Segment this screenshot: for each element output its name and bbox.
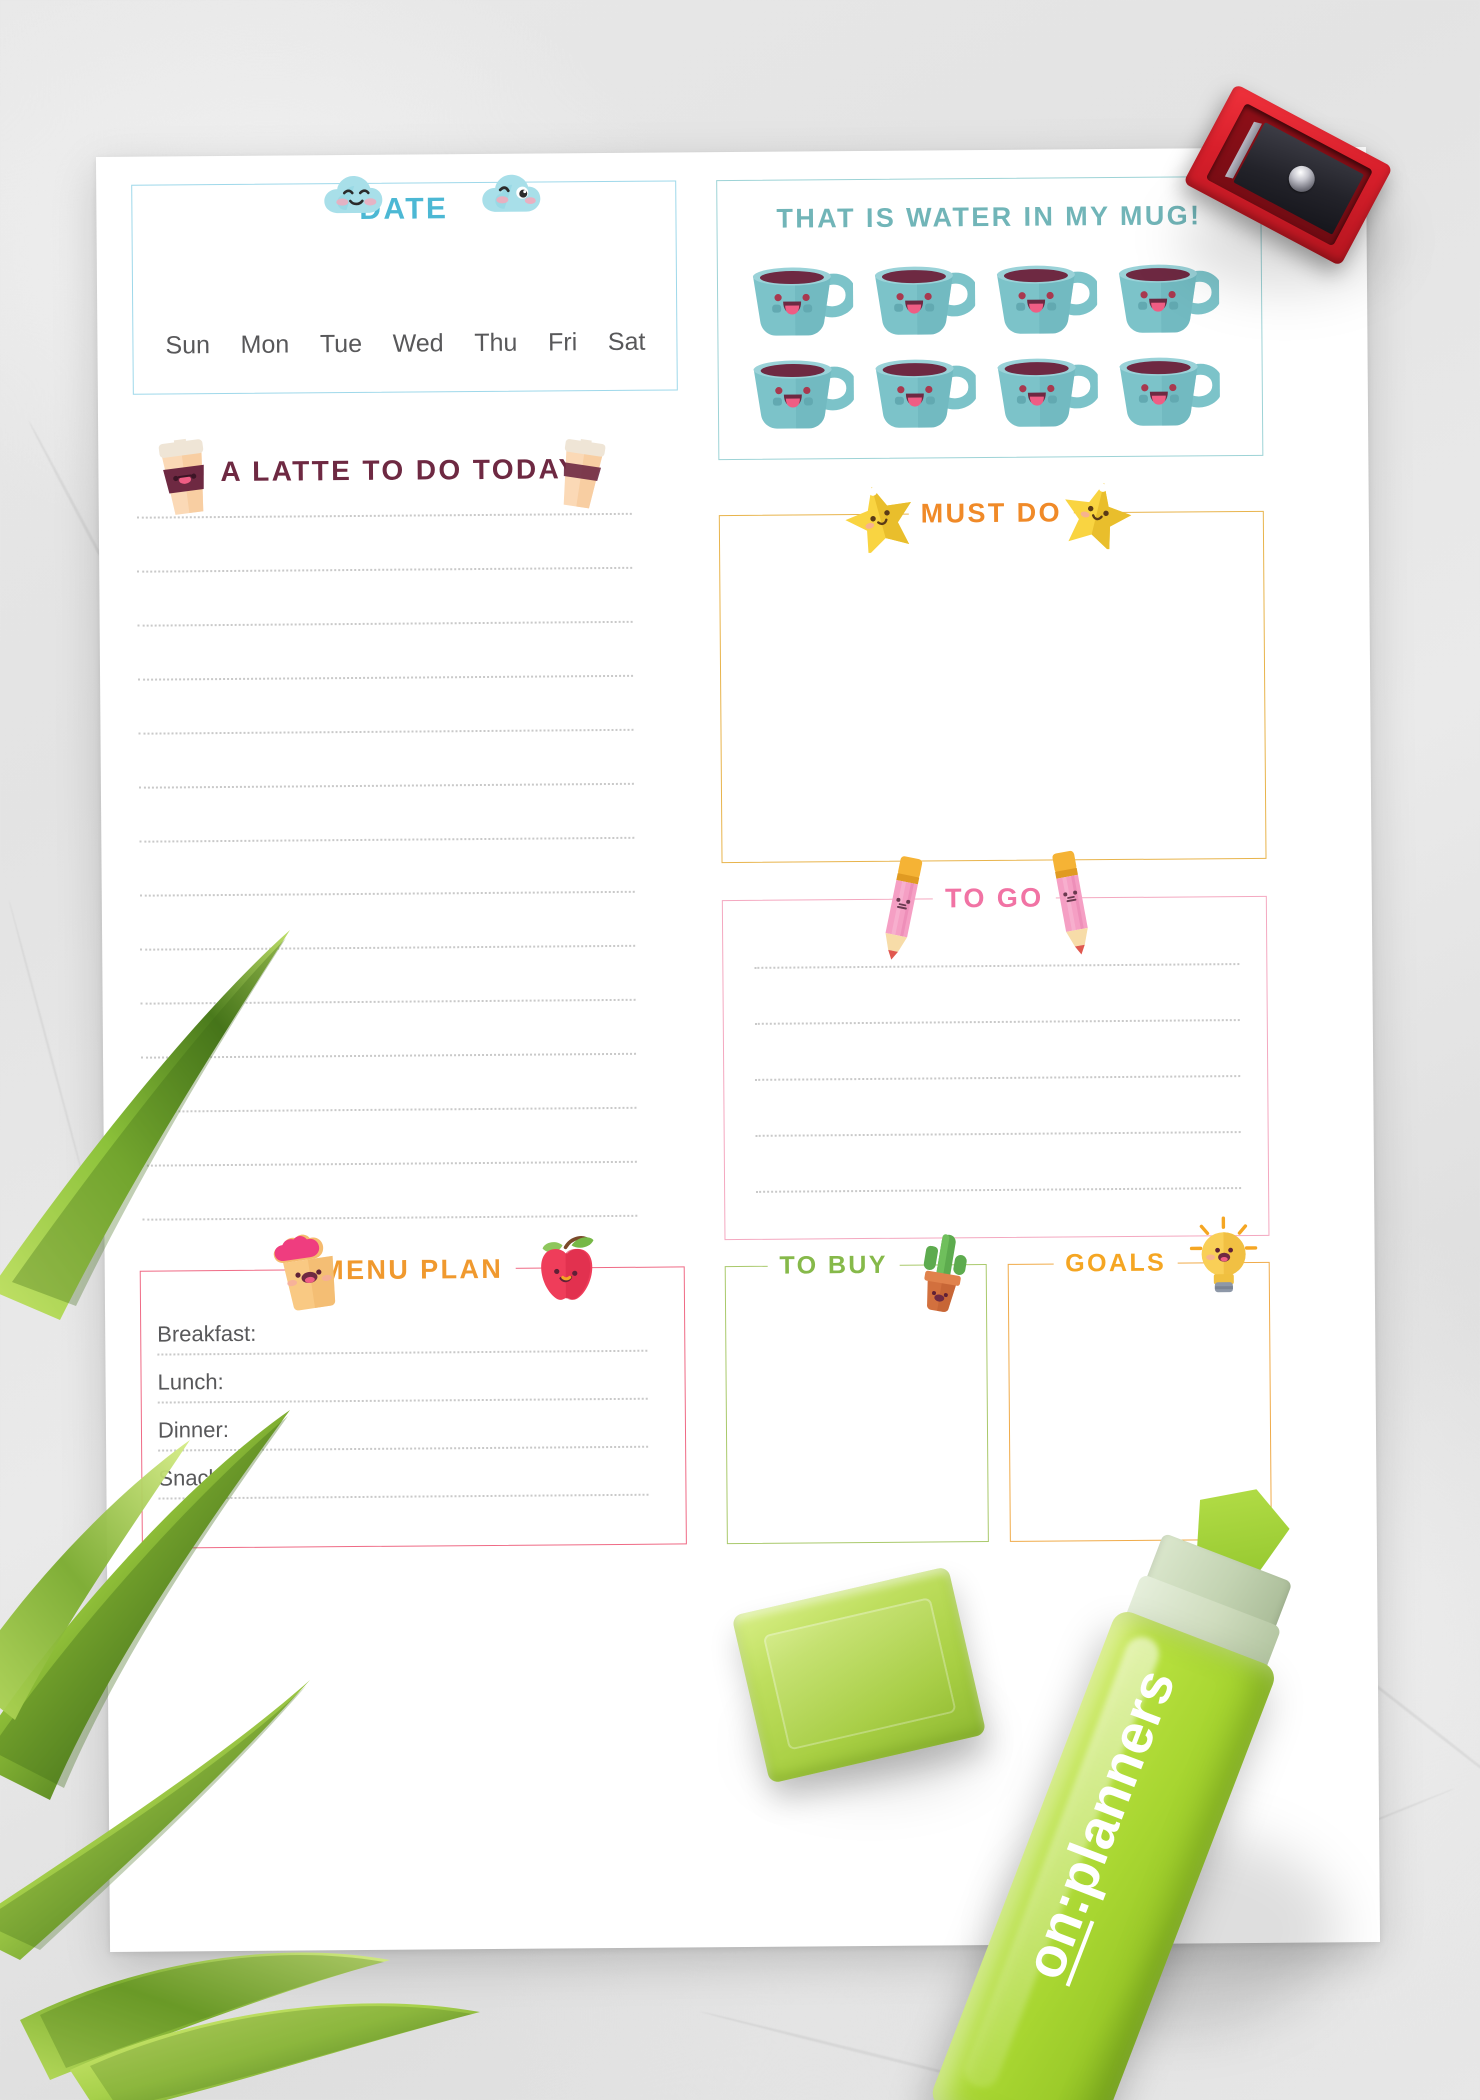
coffee-cup-icon — [563, 438, 606, 509]
weekday-fri[interactable]: Fri — [548, 328, 577, 357]
star-face-icon — [845, 486, 911, 554]
pencil-face-icon — [885, 856, 923, 960]
water-tracker-title: THAT IS WATER IN MY MUG! — [764, 200, 1214, 235]
sharpener-well — [1205, 102, 1374, 247]
todo-line[interactable] — [137, 620, 633, 627]
must-do-lines — [96, 147, 1366, 157]
mug-checkbox[interactable] — [1112, 349, 1224, 433]
menu-plan-rows: Breakfast: Lunch: Dinner: Snack: — [96, 147, 1366, 1500]
mug-checkbox[interactable] — [990, 350, 1102, 434]
todo-line[interactable] — [137, 566, 633, 573]
to-go-title: TO GO — [932, 882, 1056, 915]
apple-face-icon — [541, 1236, 594, 1300]
weekday-sat[interactable]: Sat — [608, 328, 646, 357]
must-do-title: MUST DO — [908, 497, 1075, 530]
must-do-box — [718, 510, 1267, 864]
cactus-pot-icon — [923, 1234, 967, 1312]
mug-checkbox[interactable] — [745, 259, 857, 343]
weekday-sun[interactable]: Sun — [165, 331, 210, 360]
mug-checkbox[interactable] — [989, 257, 1101, 341]
to-go-lines — [96, 147, 1366, 1193]
eraser-inner-face — [762, 1596, 957, 1751]
coffee-cup-icon — [158, 438, 204, 515]
weekday-tue[interactable]: Tue — [320, 330, 362, 359]
mug-grid — [745, 256, 1238, 436]
weekday-mon[interactable]: Mon — [240, 331, 289, 360]
mug-checkbox[interactable] — [868, 351, 980, 435]
weekday-wed[interactable]: Wed — [393, 329, 444, 358]
todo-line[interactable] — [138, 674, 634, 681]
to-go-header: TO GO — [722, 881, 1267, 916]
weekday-row: Sun Mon Tue Wed Thu Fri Sat — [165, 328, 645, 361]
cloud-face-icon — [324, 175, 383, 214]
mug-checkbox[interactable] — [867, 258, 979, 342]
must-do-header: MUST DO — [719, 496, 1264, 531]
cloud-face-icon — [482, 174, 541, 212]
goals-title: GOALS — [1053, 1248, 1179, 1279]
plant-leaves — [0, 930, 290, 1320]
to-buy-title: TO BUY — [767, 1250, 901, 1281]
date-header: DATE — [131, 190, 676, 228]
pencil-face-icon — [1052, 850, 1088, 955]
todo-line[interactable] — [138, 782, 634, 789]
todo-title: A LATTE TO DO TODAY! — [208, 453, 604, 489]
lightbulb-face-icon — [1189, 1216, 1258, 1293]
todo-line[interactable] — [138, 728, 634, 735]
mug-checkbox[interactable] — [746, 352, 858, 436]
star-face-icon — [1065, 483, 1132, 550]
todo-lines — [96, 147, 1366, 1221]
weekday-thu[interactable]: Thu — [474, 329, 517, 358]
